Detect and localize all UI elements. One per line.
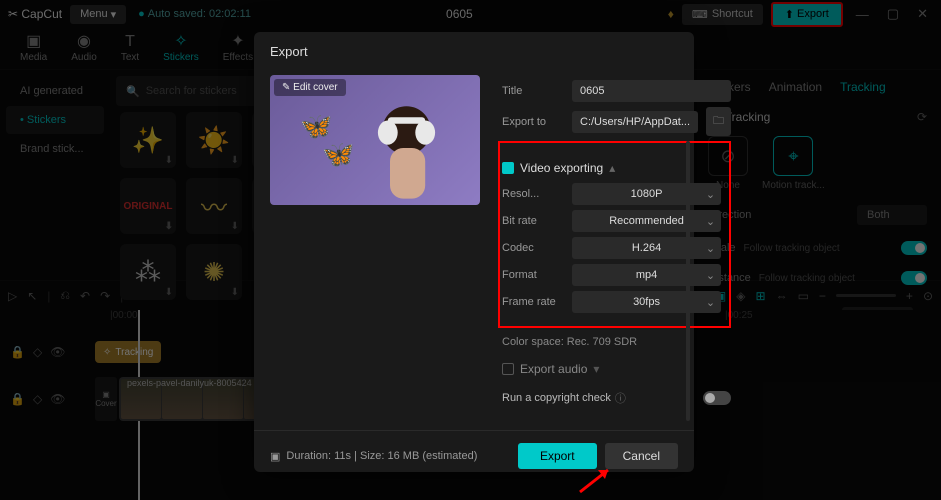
export-confirm-button[interactable]: Export bbox=[518, 443, 597, 469]
duration-size-text: ▣ Duration: 11s | Size: 16 MB (estimated… bbox=[270, 450, 477, 463]
format-select[interactable]: mp4 bbox=[572, 264, 721, 286]
bitrate-select[interactable]: Recommended bbox=[572, 210, 721, 232]
framerate-select[interactable]: 30fps bbox=[572, 291, 721, 313]
export-preview: ✎ Edit cover 🦋 🦋 bbox=[270, 75, 480, 205]
modal-title: Export bbox=[254, 32, 694, 71]
video-export-checkbox[interactable] bbox=[502, 162, 514, 174]
folder-icon[interactable]: 🗀 bbox=[706, 107, 731, 136]
export-modal: Export ✎ Edit cover 🦋 🦋 Title0605 Export… bbox=[254, 32, 694, 472]
audio-export-checkbox[interactable] bbox=[502, 363, 514, 375]
copyright-toggle[interactable] bbox=[703, 391, 731, 405]
resolution-select[interactable]: 1080P bbox=[572, 183, 721, 205]
colorspace-text: Color space: Rec. 709 SDR bbox=[502, 336, 731, 348]
edit-cover-button[interactable]: ✎ Edit cover bbox=[274, 79, 346, 96]
info-icon[interactable]: ⓘ bbox=[615, 390, 626, 406]
title-input[interactable]: 0605 bbox=[572, 80, 731, 102]
cancel-button[interactable]: Cancel bbox=[605, 443, 678, 469]
codec-select[interactable]: H.264 bbox=[572, 237, 721, 259]
exportto-input[interactable]: C:/Users/HP/AppDat... bbox=[572, 111, 698, 133]
